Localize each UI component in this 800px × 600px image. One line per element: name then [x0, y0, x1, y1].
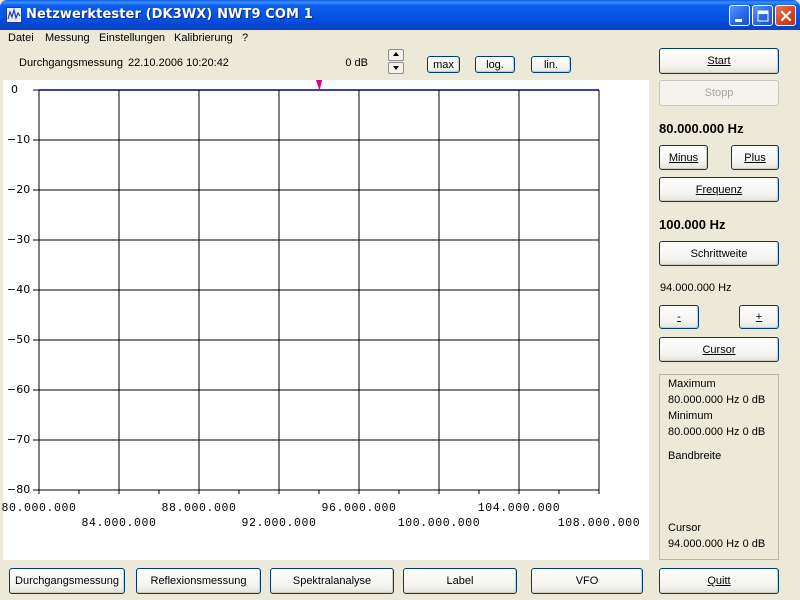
plot-area[interactable]: 0 −10 −20 −30 −40 −50 −60 −70 −80 80.000.000 88.0…: [1, 80, 649, 560]
cursor-frequency-value: 94.000.000 Hz: [660, 282, 732, 294]
y-tick-label: −10: [7, 133, 31, 146]
quit-button[interactable]: Quitt: [659, 568, 779, 594]
menu-bar: Datei Messung Einstellungen Kalibrierung…: [0, 30, 800, 48]
cursor-button-label: Cursor: [702, 343, 736, 356]
app-icon[interactable]: [6, 7, 22, 23]
max-button[interactable]: max: [427, 56, 460, 73]
timestamp-label: 22.10.2006 10:20:42: [128, 57, 229, 69]
cursor-decrement-label: -: [677, 311, 681, 323]
menu-help[interactable]: ?: [242, 32, 248, 44]
cursor-decrement-button[interactable]: -: [659, 305, 699, 329]
frequency-value: 80.000.000 Hz: [659, 121, 744, 136]
menu-einstellungen[interactable]: Einstellungen: [99, 32, 165, 44]
close-icon: [780, 10, 792, 22]
start-button-label: Start: [707, 55, 731, 67]
x-tick-label: 84.000.000: [81, 517, 157, 530]
cursor-increment-label: +: [755, 311, 763, 323]
stopp-button[interactable]: Stopp: [659, 80, 779, 106]
menu-kalibrierung[interactable]: Kalibrierung: [174, 32, 233, 44]
minimize-icon: [735, 19, 742, 22]
cursor-info-label: Cursor: [668, 522, 702, 534]
x-tick-label: 80.000.000: [1, 502, 77, 515]
y-tick-label: −60: [7, 383, 31, 396]
y-tick-label: −50: [7, 333, 31, 346]
x-tick-label: 96.000.000: [321, 502, 397, 515]
maximize-button[interactable]: [752, 5, 773, 26]
bandbreite-label: Bandbreite: [668, 450, 722, 462]
db-spin-down[interactable]: [388, 62, 404, 74]
y-tick-label: −40: [7, 283, 31, 296]
y-tick-label: −30: [7, 233, 31, 246]
x-tick-label: 88.000.000: [161, 502, 237, 515]
x-tick-label: 108.000.000: [557, 517, 641, 530]
y-tick-label: −20: [7, 183, 31, 196]
x-tick-label: 104.000.000: [477, 502, 561, 515]
durchgangsmessung-button[interactable]: Durchgangsmessung: [9, 568, 125, 594]
reflexionsmessung-button[interactable]: Reflexionsmessung: [136, 568, 261, 594]
start-button[interactable]: Start: [659, 48, 779, 74]
frequenz-button-label: Frequenz: [695, 183, 743, 196]
minimum-value: 80.000.000 Hz 0 dB: [668, 426, 766, 438]
window-title: Netzwerktester (DK3WX) NWT9 COM 1: [26, 7, 313, 22]
spektralanalyse-button[interactable]: Spektralanalyse: [270, 568, 394, 594]
title-bar[interactable]: Netzwerktester (DK3WX) NWT9 COM 1: [0, 0, 800, 30]
cursor-increment-button[interactable]: +: [739, 305, 779, 329]
close-button[interactable]: [775, 5, 796, 26]
step-value: 100.000 Hz: [659, 217, 726, 232]
cursor-marker: [316, 80, 322, 89]
x-tick-label: 92.000.000: [241, 517, 317, 530]
y-tick-label: 0: [11, 83, 18, 96]
arrow-up-icon: [393, 52, 399, 56]
schrittweite-button-label: Schrittweite: [690, 247, 748, 260]
maximum-value: 80.000.000 Hz 0 dB: [668, 394, 766, 406]
plus-button[interactable]: Plus: [731, 145, 779, 170]
minimum-label: Minimum: [668, 410, 713, 422]
label-button[interactable]: Label: [403, 568, 517, 594]
y-tick-label: −80: [7, 483, 31, 496]
maximum-label: Maximum: [668, 378, 716, 390]
quit-button-label: Quitt: [707, 575, 731, 587]
log-button[interactable]: log.: [475, 56, 515, 73]
db-offset-value: 0 dB: [345, 57, 368, 69]
minus-button[interactable]: Minus: [659, 145, 708, 170]
schrittweite-button[interactable]: Schrittweite: [659, 241, 779, 266]
minimize-button[interactable]: [729, 5, 750, 26]
measurement-mode-label: Durchgangsmessung: [19, 57, 123, 69]
vfo-button[interactable]: VFO: [531, 568, 643, 594]
maximize-icon: [757, 10, 769, 22]
stopp-button-label: Stopp: [704, 87, 734, 99]
menu-messung[interactable]: Messung: [45, 32, 90, 44]
minus-button-label: Minus: [668, 151, 699, 164]
plot-canvas[interactable]: [3, 80, 649, 560]
cursor-info-value: 94.000.000 Hz 0 dB: [668, 538, 766, 550]
x-tick-label: 100.000.000: [397, 517, 481, 530]
measurement-info-panel: Maximum 80.000.000 Hz 0 dB Minimum 80.00…: [659, 374, 779, 560]
plus-button-label: Plus: [744, 151, 766, 164]
menu-datei[interactable]: Datei: [8, 32, 34, 44]
arrow-down-icon: [393, 66, 399, 70]
lin-button[interactable]: lin.: [531, 56, 571, 73]
cursor-button[interactable]: Cursor: [659, 337, 779, 362]
y-tick-label: −70: [7, 433, 31, 446]
db-spin-up[interactable]: [388, 49, 404, 61]
frequenz-button[interactable]: Frequenz: [659, 177, 779, 202]
